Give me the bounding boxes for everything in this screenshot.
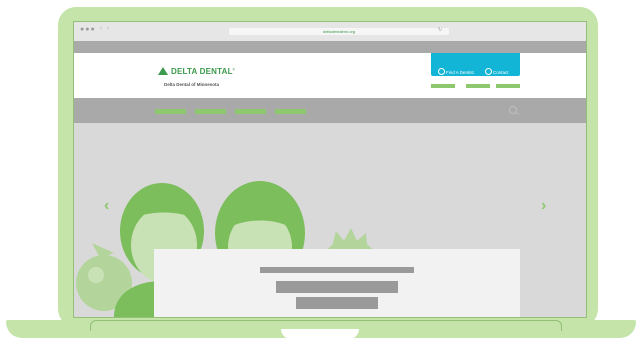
nav-item[interactable] [155, 109, 186, 114]
forward-button[interactable]: › [107, 25, 109, 32]
contact-label: Contact [493, 70, 509, 75]
registered-mark: ® [232, 67, 236, 72]
bookmarks-bar [74, 41, 586, 53]
find-dentist-label: Find A Dentist [446, 70, 474, 75]
header-link-placeholder[interactable] [466, 84, 490, 88]
header-link-placeholder[interactable] [496, 84, 520, 88]
delta-triangle-icon [158, 67, 168, 75]
logo-text: DELTA DENTAL [171, 67, 233, 76]
header-cta-box: Find A Dentist Contact [431, 53, 520, 76]
address-bar[interactable]: deltadentalmn.org [229, 28, 449, 35]
carousel-prev-arrow[interactable]: ‹ [104, 197, 109, 215]
site-tagline: Delta Dental of Minnesota [164, 82, 220, 87]
hero-caption-card [154, 249, 520, 317]
contact-link[interactable]: Contact [485, 68, 509, 75]
back-button[interactable]: ‹ [100, 25, 102, 32]
reload-icon[interactable]: ↻ [438, 27, 442, 33]
window-controls[interactable]: ●●● [80, 26, 96, 33]
carousel-next-arrow[interactable]: › [541, 197, 546, 215]
caption-text-placeholder [276, 281, 398, 293]
site-logo[interactable]: DELTA DENTAL® [158, 67, 235, 76]
person-icon [485, 68, 492, 75]
find-dentist-link[interactable]: Find A Dentist [438, 68, 474, 75]
nav-item[interactable] [235, 109, 266, 114]
laptop-screen: ●●● ‹ › deltadentalmn.org ↻ DELTA DENTAL… [73, 21, 587, 318]
nav-item[interactable] [195, 109, 226, 114]
caption-button-placeholder[interactable] [296, 297, 378, 309]
laptop-notch [281, 329, 359, 339]
browser-toolbar: ●●● ‹ › deltadentalmn.org ↻ [74, 22, 586, 41]
search-icon[interactable] [509, 106, 517, 114]
header-link-placeholder[interactable] [431, 84, 455, 88]
tooth-icon [438, 68, 445, 75]
caption-heading-placeholder [260, 267, 414, 273]
nav-item[interactable] [275, 109, 306, 114]
